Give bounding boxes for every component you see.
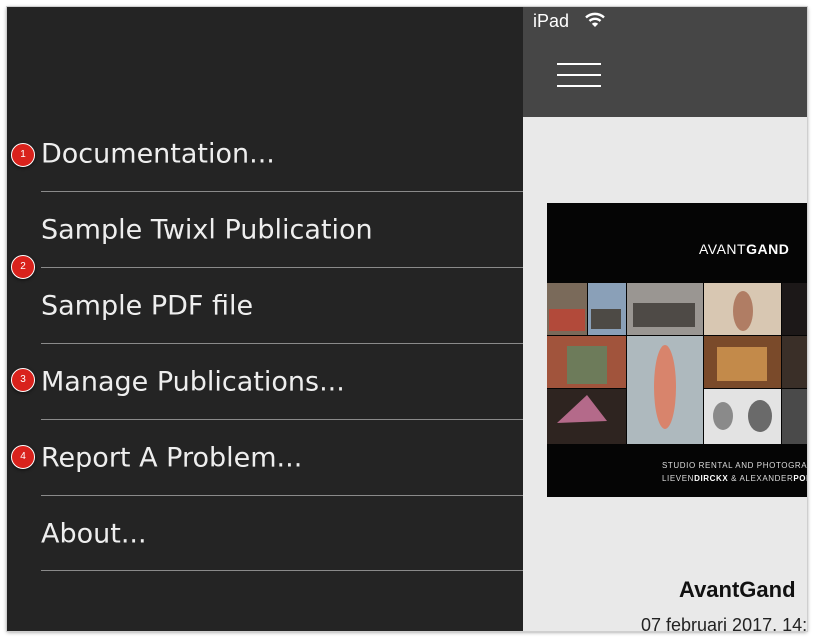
cover-credits: LIEVENDIRCKX & ALEXANDERPOPELIER [662, 474, 807, 483]
menu-item-label: Report A Problem... [41, 442, 303, 473]
cover-subtitle: STUDIO RENTAL AND PHOTOGRAPHY [662, 461, 807, 470]
device-name: iPad [533, 11, 570, 31]
publication-date: 07 februari 2017, 14:15 [641, 615, 807, 631]
menu-item-documentation[interactable]: Documentation... [7, 116, 523, 191]
publication-title[interactable]: AvantGand [679, 577, 796, 603]
callout-badge-2: 2 [11, 255, 35, 279]
nav-bar [523, 37, 807, 117]
menu-item-label: Sample PDF file [41, 290, 254, 321]
menu-item-label: Sample Twixl Publication [41, 214, 373, 245]
callout-badge-4: 4 [11, 445, 35, 469]
cover-photo-collage [547, 283, 807, 444]
menu-item-label: Manage Publications... [41, 366, 345, 397]
app-window: Documentation... Sample Twixl Publicatio… [7, 7, 807, 631]
cover-brand: AVANTGAND [699, 241, 790, 257]
menu-item-label: Documentation... [41, 138, 275, 169]
menu-divider [41, 570, 523, 571]
side-menu: Documentation... Sample Twixl Publicatio… [7, 7, 523, 631]
menu-item-report-a-problem[interactable]: Report A Problem... [7, 420, 523, 495]
callout-badge-1: 1 [11, 143, 35, 167]
menu-item-label: About... [41, 518, 147, 549]
hamburger-icon[interactable] [557, 63, 601, 89]
status-bar: iPad [523, 7, 807, 37]
app-content-pane: iPad AVANTGAND STUDIO RENTAL AND PHOTOGR… [523, 7, 807, 631]
wifi-icon [585, 12, 605, 33]
publication-cover[interactable]: AVANTGAND STUDIO RENTAL AND PHOTOGRA LIE… [547, 203, 807, 497]
callout-badge-3: 3 [11, 368, 35, 392]
menu-item-about[interactable]: About... [7, 496, 523, 571]
menu-item-sample-pdf-file[interactable]: Sample PDF file [7, 268, 523, 343]
menu-item-sample-twixl-publication[interactable]: Sample Twixl Publication [7, 192, 523, 267]
menu-item-manage-publications[interactable]: Manage Publications... [7, 344, 523, 419]
